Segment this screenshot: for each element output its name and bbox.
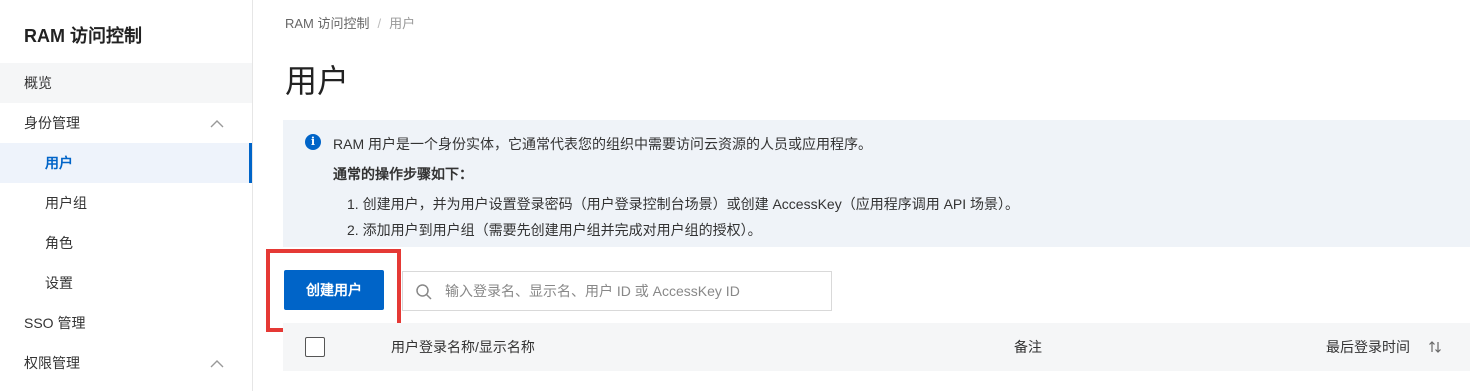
sidebar-item-sso[interactable]: SSO 管理 [0,303,252,343]
info-banner: i RAM 用户是一个身份实体，它通常代表您的组织中需要访问云资源的人员或应用程… [283,120,1470,247]
main-content: RAM 访问控制 / 用户 用户 i RAM 用户是一个身份实体，它通常代表您的组织… [253,0,1470,391]
column-header-username: 用户登录名称/显示名称 [391,339,535,355]
sidebar-item-label: 权限管理 [24,355,80,371]
select-all-checkbox[interactable] [305,337,325,357]
sidebar-item-label: 用户 [45,155,73,171]
sidebar-item-label: 用户组 [45,195,87,211]
column-header-remark: 备注 [1014,339,1042,355]
sidebar-item-label: 设置 [45,275,73,291]
sidebar-item-overview[interactable]: 概览 [0,63,252,103]
info-line-1: RAM 用户是一个身份实体，它通常代表您的组织中需要访问云资源的人员或应用程序。 [333,136,872,152]
chevron-up-icon[interactable] [210,119,224,131]
sidebar-item-roles[interactable]: 角色 [0,223,252,263]
info-icon: i [305,134,321,150]
sidebar: RAM 访问控制 概览 身份管理 用户 用户组 角色 设置 SSO 管理 权限管… [0,0,253,391]
breadcrumb: RAM 访问控制 / 用户 [285,13,415,32]
create-user-button[interactable]: 创建用户 [284,270,384,310]
page-title: 用户 [285,63,350,99]
search-input[interactable] [445,272,825,310]
search-box[interactable] [402,271,832,311]
sidebar-item-user-groups[interactable]: 用户组 [0,183,252,223]
info-line-4: 2. 添加用户到用户组（需要先创建用户组并完成对用户组的授权）。 [347,222,762,238]
column-header-last-login[interactable]: 最后登录时间 [1326,337,1410,357]
breadcrumb-separator: / [377,16,382,31]
sidebar-item-permissions[interactable]: 权限管理 [0,343,252,383]
sidebar-item-users[interactable]: 用户 [0,143,252,183]
sidebar-item-label: 概览 [24,75,52,91]
sidebar-item-label: 身份管理 [24,115,80,131]
info-line-3: 1. 创建用户，并为用户设置登录密码（用户登录控制台场景）或创建 AccessK… [347,196,1020,212]
search-icon [415,283,433,301]
breadcrumb-current: 用户 [389,16,416,31]
sidebar-title: RAM 访问控制 [24,26,142,46]
sort-icon[interactable] [1428,340,1442,354]
sidebar-item-identity[interactable]: 身份管理 [0,103,252,143]
info-line-2: 通常的操作步骤如下： [333,166,473,182]
sidebar-item-settings[interactable]: 设置 [0,263,252,303]
table-header: 用户登录名称/显示名称 备注 最后登录时间 [283,323,1470,371]
chevron-up-icon[interactable] [210,359,224,371]
breadcrumb-root[interactable]: RAM 访问控制 [285,16,370,31]
sidebar-item-label: SSO 管理 [24,315,86,331]
sidebar-item-label: 角色 [45,235,73,251]
